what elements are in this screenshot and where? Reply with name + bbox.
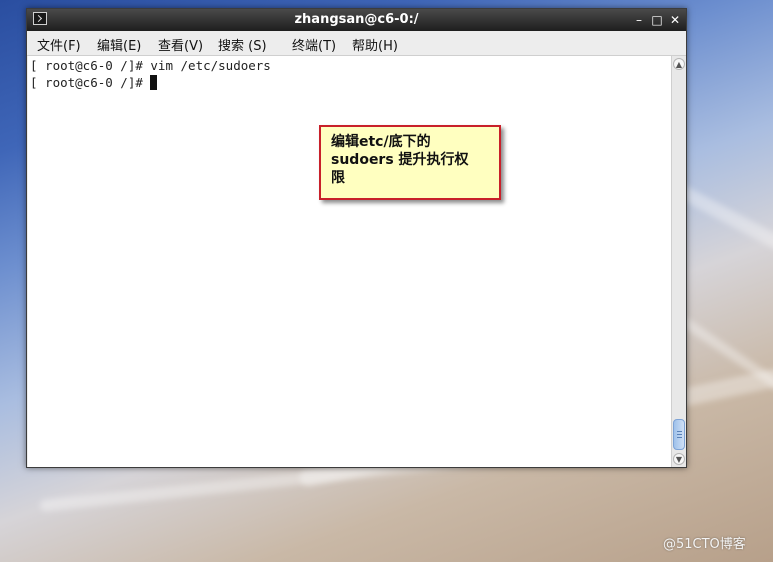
thumb-grip bbox=[677, 434, 682, 435]
menu-view[interactable]: 查看(V) bbox=[158, 35, 203, 54]
annotation-line: 限 bbox=[331, 170, 345, 186]
terminal-window[interactable]: zhangsan@c6-0:/ – □ ✕ 文件(F) 编辑(E) 查看(V) … bbox=[26, 8, 687, 468]
thumb-grip bbox=[677, 431, 682, 432]
scroll-down-arrow-icon[interactable]: ▼ bbox=[673, 453, 685, 465]
scroll-up-arrow-icon[interactable]: ▲ bbox=[673, 58, 685, 70]
menu-edit[interactable]: 编辑(E) bbox=[97, 35, 141, 54]
minimize-button[interactable]: – bbox=[631, 12, 647, 28]
menu-help[interactable]: 帮助(H) bbox=[352, 35, 398, 54]
annotation-line: 编辑etc/底下的 bbox=[331, 134, 431, 150]
watermark: @51CTO博客 bbox=[663, 537, 746, 552]
terminal-prompt: [ root@c6-0 /]# bbox=[30, 75, 151, 90]
menu-file[interactable]: 文件(F) bbox=[37, 35, 81, 54]
menu-bar: 文件(F) 编辑(E) 查看(V) 搜索 (S) 终端(T) 帮助(H) bbox=[27, 31, 686, 56]
close-button[interactable]: ✕ bbox=[667, 12, 683, 28]
menu-terminal[interactable]: 终端(T) bbox=[292, 35, 336, 54]
maximize-button[interactable]: □ bbox=[649, 12, 665, 28]
title-bar[interactable]: zhangsan@c6-0:/ – □ ✕ bbox=[27, 9, 686, 31]
annotation-callout: 编辑etc/底下的 sudoers 提升执行权 限 bbox=[319, 125, 501, 200]
terminal-cursor bbox=[150, 75, 158, 90]
vertical-scrollbar[interactable]: ▲ ▼ bbox=[671, 56, 686, 467]
annotation-line: sudoers 提升执行权 bbox=[331, 152, 469, 168]
terminal-prompt-line: [ root@c6-0 /]# bbox=[30, 75, 158, 90]
menu-search[interactable]: 搜索 (S) bbox=[218, 35, 267, 54]
thumb-grip bbox=[677, 437, 682, 438]
scrollbar-thumb[interactable] bbox=[673, 419, 685, 450]
window-title: zhangsan@c6-0:/ bbox=[294, 12, 419, 27]
terminal-line: [ root@c6-0 /]# vim /etc/sudoers bbox=[30, 58, 271, 73]
terminal-output[interactable]: [ root@c6-0 /]# vim /etc/sudoers [ root@… bbox=[28, 56, 671, 467]
